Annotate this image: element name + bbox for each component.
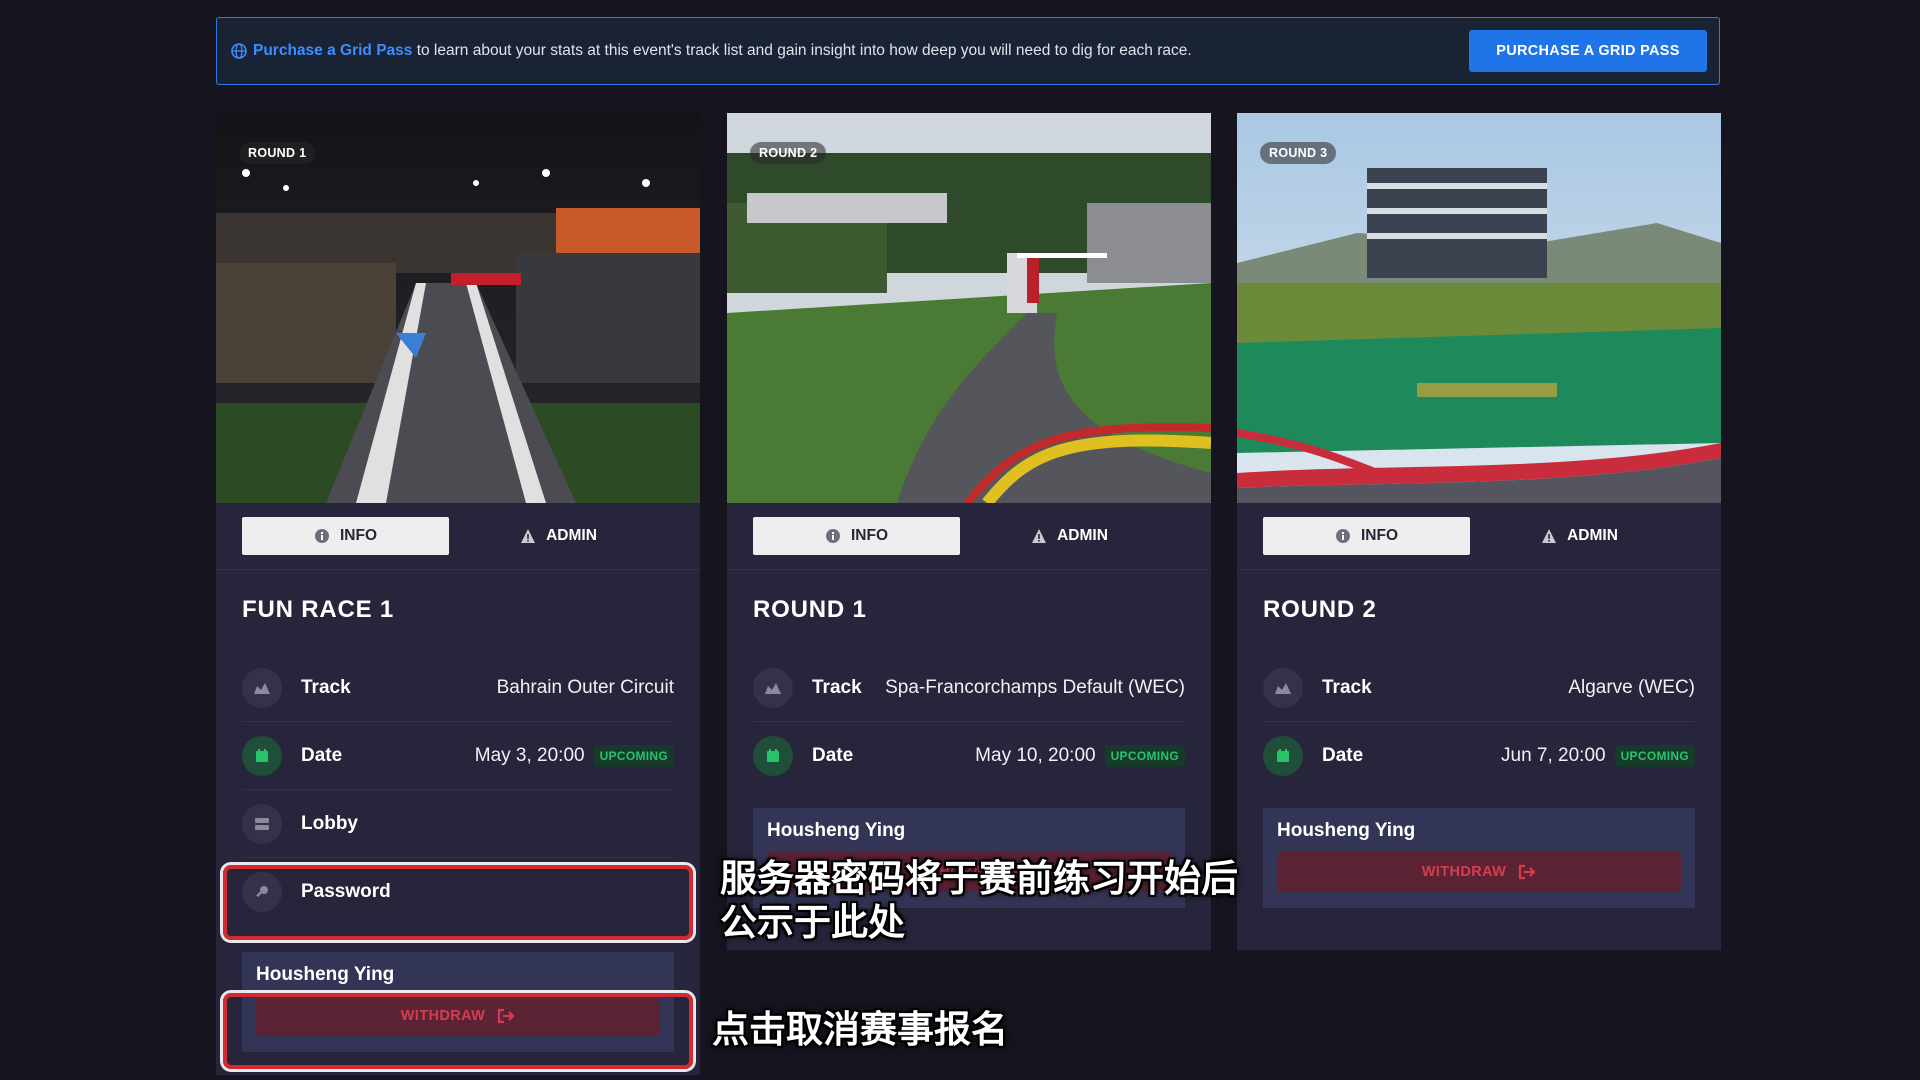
warning-icon [1542,529,1557,543]
track-image-spa: ROUND 2 [727,113,1211,503]
card-tabs: INFO ADMIN [1237,503,1721,570]
tab-admin-label: ADMIN [1057,527,1108,544]
exit-icon [1519,864,1536,880]
password-callout-line1: 服务器密码将于赛前练习开始后 [720,858,1238,899]
track-row: Track Bahrain Outer Circuit [242,654,674,722]
date-value: May 10, 20:00 [975,745,1096,766]
info-icon [1335,529,1350,543]
date-label: Date [812,745,854,766]
tab-admin[interactable]: ADMIN [966,517,1173,555]
withdraw-label: WITHDRAW [1421,864,1507,880]
date-label: Date [1322,745,1364,766]
lobby-label: Lobby [301,812,358,834]
track-icon [753,667,793,708]
grid-pass-banner: Purchase a Grid Pass to learn about your… [216,17,1720,85]
purchase-grid-pass-link[interactable]: Purchase a Grid Pass [253,42,412,59]
round-badge: ROUND 1 [239,142,316,164]
track-label: Track [1322,676,1372,698]
track-icon [242,667,282,708]
track-icon [1263,667,1303,708]
event-card-2: ROUND 2 INFO ADMIN ROUND 1 Track Spa-Fra… [727,113,1211,950]
globe-icon [231,43,247,59]
tab-info-label: INFO [1360,527,1399,544]
status-badge: UPCOMING [593,744,674,767]
tab-info-label: INFO [850,527,889,544]
tab-admin[interactable]: ADMIN [455,517,662,555]
calendar-icon [753,736,793,776]
track-image-bahrain: ROUND 1 [216,113,700,503]
event-title: ROUND 2 [1263,596,1377,623]
password-callout-line2: 公示于此处 [720,902,905,943]
status-badge: UPCOMING [1104,745,1185,767]
calendar-icon [1263,736,1303,776]
info-icon [825,529,840,543]
tab-admin-label: ADMIN [1567,527,1618,544]
tab-info[interactable]: INFO [242,517,449,555]
warning-icon [1032,529,1047,543]
status-badge: UPCOMING [1614,745,1695,767]
round-badge: ROUND 3 [1260,142,1337,164]
date-row: Date May 10, 20:00 UPCOMING [753,722,1185,790]
password-highlight-box [223,865,693,940]
password-callout: 服务器密码将于赛前练习开始后 公示于此处 [720,857,1238,945]
tab-info[interactable]: INFO [1263,517,1470,555]
tab-info[interactable]: INFO [753,517,960,555]
participant-name: Housheng Ying [256,964,395,985]
participant-name: Housheng Ying [767,820,906,841]
withdraw-button[interactable]: WITHDRAW [1277,852,1681,892]
withdraw-callout: 点击取消赛事报名 [712,1009,1008,1050]
tab-info-label: INFO [339,527,378,544]
track-value: Algarve (WEC) [1568,676,1695,698]
event-title: FUN RACE 1 [242,596,395,623]
card-tabs: INFO ADMIN [727,503,1211,570]
track-label: Track [812,676,862,698]
tab-admin[interactable]: ADMIN [1476,517,1683,555]
banner-message: Purchase a Grid Pass to learn about your… [253,42,1192,60]
track-row: Track Algarve (WEC) [1263,654,1695,722]
track-value: Spa-Francorchamps Default (WEC) [885,676,1185,698]
date-value: May 3, 20:00 [474,744,585,766]
withdraw-highlight-box [223,993,693,1069]
date-label: Date [301,744,343,766]
round-badge: ROUND 2 [750,142,827,164]
participant-name: Housheng Ying [1277,820,1416,841]
event-card-3: ROUND 3 INFO ADMIN ROUND 2 Track Algarve… [1237,113,1721,950]
card-tabs: INFO ADMIN [216,503,700,570]
banner-message-text: to learn about your stats at this event'… [412,42,1192,59]
lobby-row: Lobby [242,790,674,858]
warning-icon [521,529,536,543]
tab-admin-label: ADMIN [546,527,597,544]
date-value: Jun 7, 20:00 [1501,745,1606,766]
track-image-algarve: ROUND 3 [1237,113,1721,503]
calendar-icon [242,735,282,776]
date-row: Date Jun 7, 20:00 UPCOMING [1263,722,1695,790]
purchase-grid-pass-button[interactable]: PURCHASE A GRID PASS [1469,30,1707,72]
track-label: Track [301,676,351,698]
info-icon [314,529,329,543]
date-row: Date May 3, 20:00 UPCOMING [242,722,674,790]
track-row: Track Spa-Francorchamps Default (WEC) [753,654,1185,722]
track-value: Bahrain Outer Circuit [496,676,674,698]
event-title: ROUND 1 [753,596,867,623]
participant-panel: Housheng Ying WITHDRAW [1263,808,1695,908]
server-icon [242,803,282,844]
